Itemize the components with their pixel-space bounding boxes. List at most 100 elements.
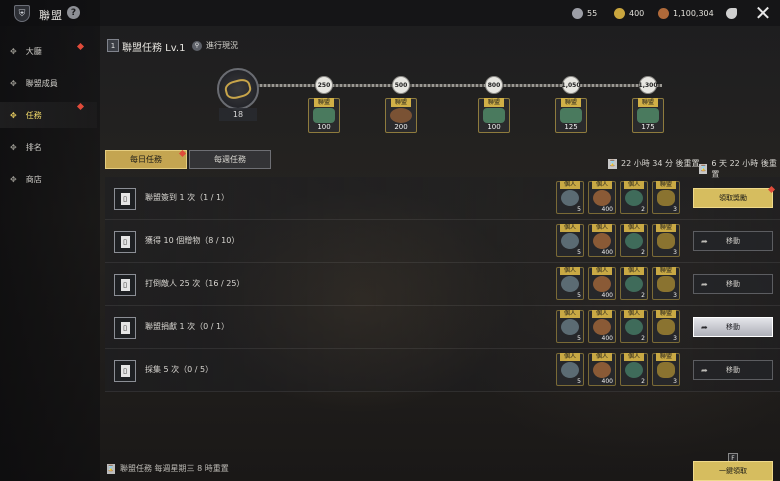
claim-reward-button[interactable]: 領取獎勵 bbox=[693, 188, 773, 208]
sidebar-item-lobby[interactable]: ✥ 大廳 bbox=[0, 38, 97, 64]
reward-tag: 個人 bbox=[592, 267, 612, 275]
milestone-reward[interactable]: 聯盟 175 bbox=[632, 98, 664, 133]
reward-count: 400 bbox=[601, 206, 613, 213]
toggle-icon[interactable] bbox=[726, 8, 737, 19]
reward-tag: 聯盟 bbox=[656, 310, 676, 318]
sidebar-item-label: 排名 bbox=[25, 142, 42, 152]
bag-icon bbox=[593, 276, 611, 292]
diamond-icon: ✥ bbox=[10, 142, 17, 152]
reward-tag: 個人 bbox=[592, 353, 612, 361]
reward-item[interactable]: 個人 5 bbox=[556, 224, 584, 257]
reward-item[interactable]: 個人 2 bbox=[620, 267, 648, 300]
move-button[interactable]: ➦ 移動 bbox=[693, 231, 773, 251]
reward-tag: 個人 bbox=[560, 267, 580, 275]
move-button[interactable]: ➦ 移動 bbox=[693, 274, 773, 294]
task-name: 採集 5 次（0 / 5） bbox=[145, 365, 214, 374]
arrow-icon: ➦ bbox=[701, 322, 708, 332]
sidebar-item-members[interactable]: ✥ 聯盟成員 bbox=[0, 70, 97, 96]
task-name: 打倒敵人 25 次（16 / 25） bbox=[145, 279, 245, 288]
search-icon: ⚲ bbox=[192, 40, 202, 51]
currency-value: 55 bbox=[587, 9, 598, 18]
reward-item[interactable]: 聯盟 3 bbox=[652, 353, 680, 386]
task-scroll-icon: ▯ bbox=[114, 188, 136, 210]
guild-coin-icon bbox=[657, 362, 675, 378]
reward-item[interactable]: 個人 2 bbox=[620, 224, 648, 257]
diamond-icon: ✥ bbox=[10, 78, 17, 88]
milestone-reward[interactable]: 聯盟 100 bbox=[308, 98, 340, 133]
reward-tag: 個人 bbox=[560, 181, 580, 189]
reward-item[interactable]: 個人 2 bbox=[620, 181, 648, 214]
guild-coin-icon bbox=[657, 190, 675, 206]
milestone-reward[interactable]: 聯盟 200 bbox=[385, 98, 417, 133]
currency-copper: 1,100,304 bbox=[658, 7, 714, 20]
close-icon[interactable]: ✕ bbox=[752, 2, 774, 24]
milestone-reward[interactable]: 聯盟 100 bbox=[478, 98, 510, 133]
task-row: ▯ 獲得 10 個贈物（8 / 10） 個人 5 個人 400 個人 2 聯盟 3 ➦ 移… bbox=[105, 220, 780, 263]
reward-tag: 聯盟 bbox=[391, 98, 411, 107]
reward-count: 5 bbox=[577, 292, 581, 299]
button-label: 移動 bbox=[726, 323, 740, 331]
move-button[interactable]: ➦ 移動 bbox=[693, 317, 773, 337]
currency-silver: 55 bbox=[572, 7, 597, 20]
sidebar-item-ranking[interactable]: ✥ 排名 bbox=[0, 134, 97, 160]
reward-count: 5 bbox=[577, 378, 581, 385]
gem-icon bbox=[625, 362, 643, 378]
reward-count: 3 bbox=[673, 378, 677, 385]
milestone-reward[interactable]: 聯盟 125 bbox=[555, 98, 587, 133]
reward-item[interactable]: 聯盟 3 bbox=[652, 267, 680, 300]
reward-item[interactable]: 個人 5 bbox=[556, 310, 584, 343]
hourglass-icon: ⌛ bbox=[608, 158, 617, 169]
reward-tag: 聯盟 bbox=[656, 181, 676, 189]
reward-tag: 個人 bbox=[624, 310, 644, 318]
top-bar: ⛨ 聯盟 ? 55 400 1,100,304 ✕ bbox=[0, 0, 780, 26]
reward-item[interactable]: 聯盟 3 bbox=[652, 181, 680, 214]
sidebar-item-shop[interactable]: ✥ 商店 bbox=[0, 166, 97, 192]
reward-item[interactable]: 個人 5 bbox=[556, 267, 584, 300]
arrow-icon: ➦ bbox=[701, 365, 708, 375]
progress-status-link[interactable]: ⚲ 進行現況 bbox=[192, 40, 238, 51]
reward-item[interactable]: 個人 2 bbox=[620, 353, 648, 386]
gold-coin-icon bbox=[614, 8, 625, 19]
milestone-marker: 800 bbox=[485, 76, 503, 94]
silver-coin-icon bbox=[572, 8, 583, 19]
reward-tag: 個人 bbox=[624, 353, 644, 361]
currency-toggle[interactable] bbox=[726, 7, 741, 20]
reset-note: ⌛ 聯盟任務 每週星期三 8 時重置 bbox=[107, 463, 229, 474]
arrow-icon: ➦ bbox=[701, 279, 708, 289]
reward-item[interactable]: 聯盟 3 bbox=[652, 224, 680, 257]
help-icon[interactable]: ? bbox=[67, 6, 80, 19]
reward-count: 400 bbox=[601, 292, 613, 299]
reward-item[interactable]: 聯盟 3 bbox=[652, 310, 680, 343]
diamond-icon: ✥ bbox=[10, 174, 17, 184]
sidebar-item-label: 聯盟成員 bbox=[25, 78, 58, 88]
claim-all-button[interactable]: 一鍵領取 bbox=[693, 461, 773, 481]
button-label: 移動 bbox=[726, 237, 740, 245]
reward-item[interactable]: 個人 400 bbox=[588, 353, 616, 386]
reward-item[interactable]: 個人 5 bbox=[556, 181, 584, 214]
reward-tag: 個人 bbox=[592, 181, 612, 189]
tab-weekly-missions[interactable]: 每週任務 bbox=[189, 150, 271, 169]
reward-tag: 聯盟 bbox=[656, 224, 676, 232]
reward-tag: 個人 bbox=[560, 310, 580, 318]
reward-tag: 聯盟 bbox=[484, 98, 504, 107]
gem-icon bbox=[625, 319, 643, 335]
move-button[interactable]: ➦ 移動 bbox=[693, 360, 773, 380]
task-scroll-icon: ▯ bbox=[114, 231, 136, 253]
reward-tag: 個人 bbox=[624, 267, 644, 275]
reward-item[interactable]: 個人 400 bbox=[588, 181, 616, 214]
gem-icon bbox=[625, 233, 643, 249]
task-name: 聯盟簽到 1 次（1 / 1） bbox=[145, 193, 230, 202]
ore-icon bbox=[561, 190, 579, 206]
reward-item[interactable]: 個人 400 bbox=[588, 224, 616, 257]
reward-item[interactable]: 個人 400 bbox=[588, 267, 616, 300]
reward-item[interactable]: 個人 400 bbox=[588, 310, 616, 343]
reward-item[interactable]: 個人 2 bbox=[620, 310, 648, 343]
guild-coin-icon bbox=[657, 319, 675, 335]
tab-daily-missions[interactable]: 每日任務 bbox=[105, 150, 187, 169]
task-row: ▯ 採集 5 次（0 / 5） 個人 5 個人 400 個人 2 聯盟 3 ➦ 移動 bbox=[105, 349, 780, 392]
task-row: ▯ 打倒敵人 25 次（16 / 25） 個人 5 個人 400 個人 2 聯盟 3 ➦… bbox=[105, 263, 780, 306]
hourglass-icon: ⌛ bbox=[107, 463, 115, 474]
guild-coin-icon bbox=[657, 276, 675, 292]
ore-icon bbox=[561, 233, 579, 249]
reward-item[interactable]: 個人 5 bbox=[556, 353, 584, 386]
